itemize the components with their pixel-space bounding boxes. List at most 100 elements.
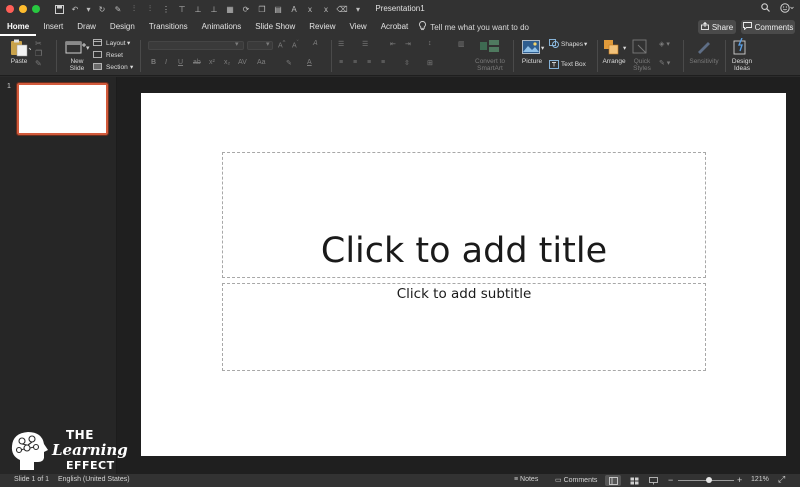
- tab-acrobat[interactable]: Acrobat: [374, 18, 416, 36]
- format-painter-icon[interactable]: ✎: [35, 59, 42, 68]
- tell-me-search[interactable]: Tell me what you want to do: [419, 21, 529, 33]
- numbering-icon[interactable]: ☰: [362, 40, 368, 48]
- font-name-dropdown-icon[interactable]: ▾: [235, 40, 239, 48]
- arrange-icon[interactable]: [603, 39, 621, 57]
- design-ideas-icon[interactable]: [733, 37, 749, 57]
- shapes-button[interactable]: Shapes: [561, 41, 583, 48]
- minimize-window-button[interactable]: [19, 5, 27, 13]
- reset-button[interactable]: Reset: [106, 52, 123, 59]
- bullets-icon[interactable]: ☰: [338, 40, 344, 48]
- slide-thumbnail[interactable]: [16, 82, 109, 136]
- clear-formatting-icon[interactable]: A: [313, 40, 318, 47]
- zoom-level[interactable]: 121%: [751, 476, 769, 483]
- decrease-indent-icon[interactable]: ⇤: [390, 40, 396, 48]
- layout-icon[interactable]: [93, 39, 102, 48]
- notes-toggle[interactable]: ≡ Notes: [514, 476, 538, 483]
- save-icon[interactable]: [54, 4, 64, 14]
- reading-view-button[interactable]: [645, 475, 661, 486]
- shape-outline-icon[interactable]: ✎ ▾: [659, 59, 670, 67]
- bold-icon[interactable]: B: [151, 59, 156, 66]
- section-button[interactable]: Section: [106, 64, 128, 71]
- normal-view-button[interactable]: [605, 475, 621, 486]
- arrange-dropdown-icon[interactable]: ▾: [623, 44, 626, 52]
- format-painter-icon[interactable]: ✎: [113, 5, 123, 14]
- tab-insert[interactable]: Insert: [36, 18, 70, 36]
- copy-icon[interactable]: ❐: [35, 49, 42, 58]
- align-top-icon[interactable]: ⊤: [177, 5, 187, 14]
- italic-icon[interactable]: I: [165, 59, 167, 66]
- align-left-text-icon[interactable]: ≡: [339, 59, 343, 66]
- comments-button[interactable]: Comments: [741, 20, 795, 34]
- align-center-icon[interactable]: ⫶: [145, 4, 155, 14]
- group-icon[interactable]: ▦: [225, 5, 235, 14]
- redo-icon[interactable]: ↻: [97, 5, 107, 14]
- font-name-select[interactable]: [148, 41, 244, 50]
- tab-transitions[interactable]: Transitions: [142, 18, 195, 36]
- undo-dropdown-icon[interactable]: ▾: [86, 5, 91, 14]
- paste-icon[interactable]: ▤: [273, 5, 283, 14]
- close-window-button[interactable]: [6, 5, 14, 13]
- new-slide-dropdown-icon[interactable]: ▾: [86, 44, 90, 52]
- text-box-button[interactable]: Text Box: [561, 61, 586, 68]
- slide-sorter-view-button[interactable]: [626, 475, 642, 486]
- convert-smartart-icon[interactable]: [479, 39, 501, 55]
- superscript-icon[interactable]: x: [321, 5, 331, 14]
- zoom-window-button[interactable]: [32, 5, 40, 13]
- align-bottom-icon[interactable]: ⊥: [209, 5, 219, 14]
- underline-icon[interactable]: U: [178, 59, 183, 66]
- section-dropdown-icon[interactable]: ▾: [130, 63, 133, 71]
- copy-icon[interactable]: ❐: [257, 5, 267, 14]
- shapes-dropdown-icon[interactable]: ▾: [584, 40, 587, 48]
- distribute-icon[interactable]: ⋮: [161, 5, 171, 14]
- layout-dropdown-icon[interactable]: ▾: [127, 39, 130, 47]
- subtitle-placeholder[interactable]: Click to add subtitle: [222, 283, 706, 371]
- title-placeholder[interactable]: Click to add title: [222, 152, 706, 278]
- undo-icon[interactable]: ↶: [70, 5, 80, 14]
- text-direction-icon[interactable]: A: [289, 5, 299, 14]
- picture-icon[interactable]: [522, 40, 540, 56]
- shape-fill-icon[interactable]: ◈ ▾: [659, 40, 670, 48]
- tab-home[interactable]: Home: [0, 18, 37, 36]
- justify-text-icon[interactable]: ≡: [381, 59, 385, 66]
- font-color-icon[interactable]: A: [307, 59, 312, 66]
- tab-slide-show[interactable]: Slide Show: [248, 18, 302, 36]
- sensitivity-icon[interactable]: [696, 39, 712, 56]
- character-spacing-icon[interactable]: AV: [238, 59, 247, 66]
- tab-review[interactable]: Review: [302, 18, 342, 36]
- increase-font-size-icon[interactable]: A^: [278, 40, 285, 49]
- change-case-icon[interactable]: Aa: [257, 59, 266, 66]
- tab-draw[interactable]: Draw: [70, 18, 103, 36]
- layout-button[interactable]: Layout: [106, 40, 126, 47]
- decrease-font-size-icon[interactable]: Aˇ: [292, 40, 299, 49]
- text-box-icon[interactable]: [549, 60, 559, 71]
- reset-icon[interactable]: [93, 51, 102, 60]
- columns-icon[interactable]: ▥: [458, 40, 465, 48]
- highlight-icon[interactable]: ✎: [286, 59, 292, 67]
- section-icon[interactable]: [93, 63, 102, 72]
- share-button[interactable]: Share: [698, 20, 736, 34]
- align-middle-icon[interactable]: ⊥: [193, 5, 203, 14]
- feedback-smiley-icon[interactable]: [780, 3, 794, 16]
- align-left-icon[interactable]: ⫶: [129, 4, 139, 14]
- new-slide-icon[interactable]: [65, 39, 87, 57]
- zoom-in-button[interactable]: +: [737, 475, 742, 485]
- line-spacing-icon[interactable]: ↕: [428, 40, 432, 47]
- search-icon[interactable]: [761, 3, 770, 16]
- clear-format-icon[interactable]: ⌫: [336, 5, 347, 14]
- paste-icon[interactable]: [9, 39, 33, 59]
- increase-indent-icon[interactable]: ⇥: [405, 40, 411, 48]
- subscript-icon[interactable]: x₂: [224, 59, 230, 66]
- quick-styles-icon[interactable]: [632, 39, 650, 57]
- fit-to-window-icon[interactable]: ⤢: [778, 474, 785, 485]
- strikethrough-icon[interactable]: ab: [193, 59, 201, 66]
- language-status[interactable]: English (United States): [58, 476, 130, 483]
- picture-dropdown-icon[interactable]: ▾: [541, 44, 544, 52]
- align-right-text-icon[interactable]: ≡: [367, 59, 371, 66]
- align-text-icon[interactable]: ⊞: [427, 59, 433, 67]
- superscript-icon[interactable]: x²: [209, 59, 215, 66]
- shapes-icon[interactable]: [549, 39, 559, 50]
- comments-toggle[interactable]: ▭ Comments: [555, 476, 597, 484]
- cut-icon[interactable]: ✂: [35, 39, 42, 48]
- rotate-icon[interactable]: ⟳: [241, 5, 251, 14]
- text-direction-icon[interactable]: ⇳: [404, 59, 410, 67]
